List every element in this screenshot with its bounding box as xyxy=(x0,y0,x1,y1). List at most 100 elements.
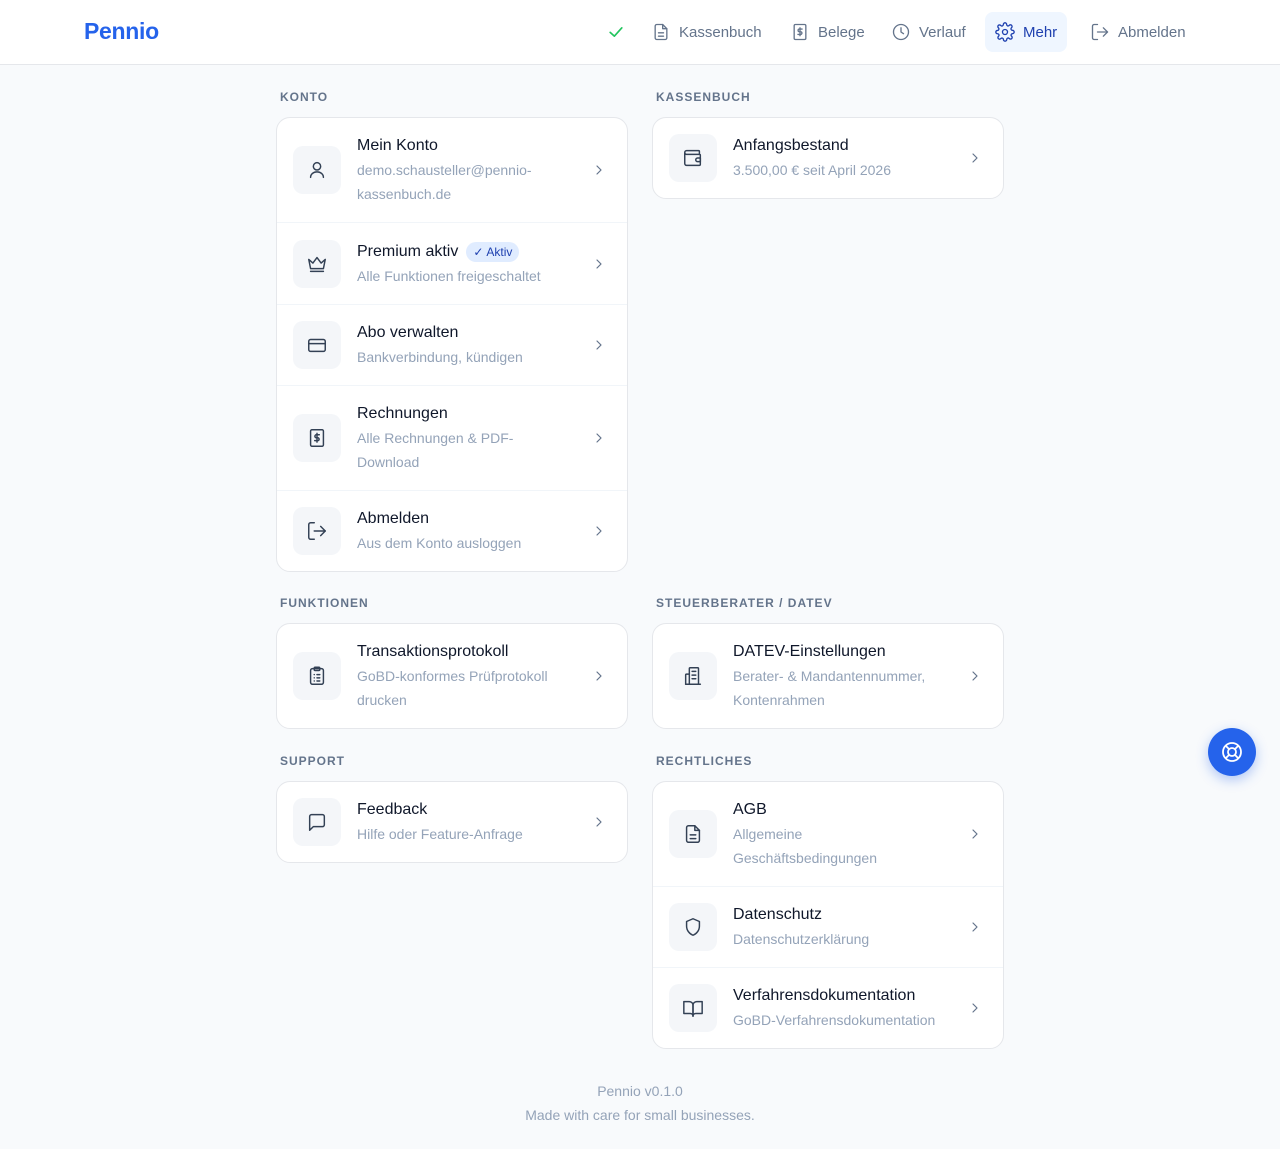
row-subtitle: Alle Rechnungen & PDF-Download xyxy=(357,430,514,470)
nav-verlauf-label: Verlauf xyxy=(919,23,966,41)
funktionen-item-transaktionsprotokoll[interactable]: Transaktionsprotokoll GoBD-konformes Prü… xyxy=(277,624,627,728)
row-icon-wrap xyxy=(293,507,341,555)
row-icon-wrap xyxy=(293,239,341,288)
row-subtitle: Berater- & Mandantennummer, Kontenrahmen xyxy=(733,668,926,708)
building-icon xyxy=(684,667,702,685)
nav-kassenbuch[interactable]: Kassenbuch xyxy=(641,12,772,52)
chevron-right-icon xyxy=(967,668,983,684)
rechtliches-card: AGB Allgemeine Geschäftsbedingungen Date… xyxy=(652,781,1004,1049)
gear-icon xyxy=(995,22,1015,42)
document-icon xyxy=(685,825,701,843)
chevron-right-icon xyxy=(591,814,607,830)
konto-item-premium[interactable]: Premium aktiv ✓ Aktiv Alle Funktionen fr… xyxy=(277,223,627,305)
clock-icon xyxy=(892,23,910,41)
logout-icon xyxy=(1091,23,1109,41)
section-label-support: SUPPORT xyxy=(280,754,346,768)
chevron-right-icon xyxy=(591,256,607,272)
clipboard-icon xyxy=(309,666,325,685)
footer-tagline: Made with care for small businesses. xyxy=(525,1107,755,1123)
lifebuoy-icon xyxy=(1222,742,1242,762)
receipt-icon xyxy=(793,23,807,41)
row-subtitle: Hilfe oder Feature-Anfrage xyxy=(357,826,523,842)
row-subtitle: Datenschutzerklärung xyxy=(733,931,870,947)
credit-card-icon xyxy=(308,338,326,353)
section-label-konto: KONTO xyxy=(280,90,329,104)
row-subtitle: GoBD-Verfahrensdokumentation xyxy=(733,1012,936,1028)
help-button[interactable] xyxy=(1208,728,1256,776)
konto-item-abmelden[interactable]: Abmelden Aus dem Konto ausloggen xyxy=(277,491,627,571)
rechtliches-item-datenschutz[interactable]: Datenschutz Datenschutzerklärung xyxy=(653,887,1003,968)
document-icon xyxy=(654,23,668,41)
nav-abmelden-label: Abmelden xyxy=(1118,23,1186,41)
row-icon-wrap xyxy=(293,652,341,700)
nav-mehr-label: Mehr xyxy=(1023,23,1058,41)
row-subtitle: demo.schausteller@pennio-kassenbuch.de xyxy=(357,162,532,202)
chevron-right-icon xyxy=(591,430,607,446)
chevron-right-icon xyxy=(967,150,983,166)
row-subtitle: Allgemeine Geschäftsbedingungen xyxy=(733,826,877,866)
chevron-right-icon xyxy=(591,337,607,353)
konto-item-rechnungen[interactable]: Rechnungen Alle Rechnungen & PDF-Downloa… xyxy=(277,386,627,491)
chevron-right-icon xyxy=(967,919,983,935)
konto-item-abo[interactable]: Abo verwalten Bankverbindung, kündigen xyxy=(277,305,627,386)
check-icon xyxy=(609,27,623,38)
kassenbuch-card: Anfangsbestand 3.500,00 € seit April 202… xyxy=(652,117,1004,199)
row-title: AGB xyxy=(733,801,767,818)
app-logo[interactable]: Pennio xyxy=(84,18,159,45)
nav-abmelden[interactable]: Abmelden xyxy=(1080,12,1196,52)
row-title: Feedback xyxy=(357,801,428,818)
steuerberater-item-datev[interactable]: DATEV-Einstellungen Berater- & Mandanten… xyxy=(653,624,1003,728)
row-icon-wrap xyxy=(669,810,717,858)
section-label-rechtliches: RECHTLICHES xyxy=(656,754,753,768)
message-icon xyxy=(308,813,326,831)
chevron-right-icon xyxy=(967,826,983,842)
nav-belege[interactable]: Belege xyxy=(780,12,875,52)
row-icon-wrap xyxy=(669,134,717,182)
chevron-right-icon xyxy=(591,668,607,684)
app-version: Pennio v0.1.0 xyxy=(597,1083,683,1099)
row-icon-wrap xyxy=(669,984,717,1032)
nav-belege-label: Belege xyxy=(818,23,865,41)
status-badge-label: Aktiv xyxy=(486,244,513,259)
row-icon-wrap xyxy=(293,321,341,369)
chevron-right-icon xyxy=(591,523,607,539)
chevron-right-icon xyxy=(591,162,607,178)
section-label-kassenbuch: KASSENBUCH xyxy=(656,90,751,104)
top-bar: Pennio Kassenbuch Belege Verlauf Mehr Ab… xyxy=(0,0,1280,65)
row-icon-wrap xyxy=(669,652,717,700)
support-card: Feedback Hilfe oder Feature-Anfrage xyxy=(276,781,628,863)
kassenbuch-item-anfangsbestand[interactable]: Anfangsbestand 3.500,00 € seit April 202… xyxy=(653,118,1003,198)
logout-icon xyxy=(308,522,326,540)
user-icon xyxy=(309,161,325,179)
shield-icon xyxy=(685,918,701,936)
row-icon-wrap xyxy=(293,414,341,462)
row-title: Rechnungen xyxy=(357,405,448,422)
row-title: Abmelden xyxy=(357,510,430,527)
row-subtitle: 3.500,00 € seit April 2026 xyxy=(733,162,892,178)
row-title: DATEV-Einstellungen xyxy=(733,643,886,660)
nav-kassenbuch-label: Kassenbuch xyxy=(679,23,762,41)
row-icon-wrap xyxy=(669,903,717,951)
support-item-feedback[interactable]: Feedback Hilfe oder Feature-Anfrage xyxy=(277,782,627,862)
row-title: Anfangsbestand xyxy=(733,137,849,154)
row-title: Datenschutz xyxy=(733,906,822,923)
section-label-steuerberater: STEUERBERATER / DATEV xyxy=(656,596,833,610)
section-label-funktionen: FUNKTIONEN xyxy=(280,596,369,610)
row-subtitle: GoBD-konformes Prüfprotokoll drucken xyxy=(357,668,548,708)
row-icon-wrap xyxy=(293,146,341,194)
rechtliches-item-verfahrensdokumentation[interactable]: Verfahrensdokumentation GoBD-Verfahrensd… xyxy=(653,968,1003,1048)
row-title: Transaktionsprotokoll xyxy=(357,643,509,660)
wallet-icon xyxy=(684,149,702,167)
rechtliches-item-agb[interactable]: AGB Allgemeine Geschäftsbedingungen xyxy=(653,782,1003,887)
nav-verlauf[interactable]: Verlauf xyxy=(881,12,976,52)
konto-card: Mein Konto demo.schausteller@pennio-kass… xyxy=(276,117,628,572)
row-subtitle: Aus dem Konto ausloggen xyxy=(357,535,522,551)
row-title: Premium aktiv xyxy=(357,242,459,260)
book-icon xyxy=(683,1000,703,1017)
row-subtitle: Bankverbindung, kündigen xyxy=(357,349,523,365)
nav-mehr[interactable]: Mehr xyxy=(985,12,1068,52)
row-title: Abo verwalten xyxy=(357,324,459,341)
row-icon-wrap xyxy=(293,798,341,846)
chevron-right-icon xyxy=(967,1000,983,1016)
konto-item-mein-konto[interactable]: Mein Konto demo.schausteller@pennio-kass… xyxy=(277,118,627,223)
